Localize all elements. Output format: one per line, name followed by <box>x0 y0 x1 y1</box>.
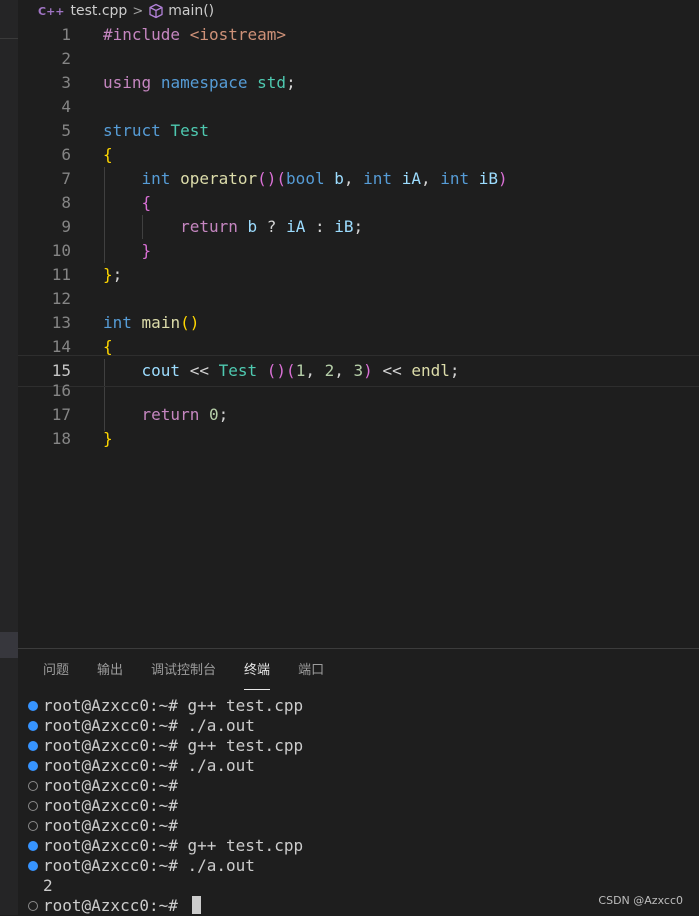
terminal-line: root@Azxcc0:~# ./a.out <box>18 856 699 876</box>
terminal-line: root@Azxcc0:~# ./a.out <box>18 756 699 776</box>
tab-terminal[interactable]: 终端 <box>230 649 284 690</box>
cpp-file-icon: C++ <box>38 4 65 18</box>
code-line: 8 { <box>61 193 152 212</box>
code-line: 7 int operator()(bool b, int iA, int iB) <box>61 169 508 188</box>
command-success-icon[interactable] <box>28 701 38 711</box>
breadcrumb-separator: > <box>132 3 144 19</box>
code-line: 17 return 0; <box>51 405 229 424</box>
code-editor[interactable]: 1 #include <iostream> 2 3 using namespace … <box>18 23 699 648</box>
cube-icon <box>148 3 164 19</box>
code-line: 3 using namespace std; <box>61 73 296 92</box>
command-success-icon[interactable] <box>28 741 38 751</box>
breadcrumb-symbol[interactable]: main() <box>168 3 214 19</box>
tab-debug-console[interactable]: 调试控制台 <box>137 649 230 689</box>
command-empty-icon[interactable] <box>28 901 38 911</box>
command-success-icon[interactable] <box>28 761 38 771</box>
code-line: 10 } <box>51 241 152 260</box>
tab-ports[interactable]: 端口 <box>284 649 338 689</box>
breadcrumb: C++ test.cpp > main() <box>18 0 699 22</box>
watermark: CSDN @Azxcc0 <box>598 894 683 907</box>
tab-problems[interactable]: 问题 <box>18 649 83 689</box>
code-line: 1 #include <iostream> <box>61 25 287 44</box>
bottom-panel: 问题 输出 调试控制台 终端 端口 root@Azxcc0:~# g++ tes… <box>18 648 699 916</box>
code-line: 16 <box>51 381 71 400</box>
command-success-icon[interactable] <box>28 841 38 851</box>
code-line: 9 return b ? iA : iB; <box>61 217 364 236</box>
code-line: 6{ <box>61 145 113 164</box>
command-empty-icon[interactable] <box>28 821 38 831</box>
terminal-prompt: root@Azxcc0:~# <box>18 896 699 916</box>
tab-output[interactable]: 输出 <box>83 649 137 689</box>
terminal-output: 2 <box>43 876 53 895</box>
activity-bar-edge <box>0 0 18 915</box>
code-line: 5 struct Test <box>61 121 209 140</box>
code-line: 11}; <box>51 265 123 284</box>
code-line: 18} <box>51 429 113 448</box>
activity-bar-selection <box>0 632 18 658</box>
terminal[interactable]: root@Azxcc0:~# g++ test.cpp root@Azxcc0:… <box>18 696 699 916</box>
panel-tabs: 问题 输出 调试控制台 终端 端口 <box>18 649 338 690</box>
command-empty-icon[interactable] <box>28 801 38 811</box>
terminal-line: root@Azxcc0:~# ./a.out <box>18 716 699 736</box>
code-line: 2 <box>61 49 71 68</box>
code-line: 4 <box>61 97 71 116</box>
command-success-icon[interactable] <box>28 721 38 731</box>
terminal-line: root@Azxcc0:~# g++ test.cpp <box>18 736 699 756</box>
terminal-line: root@Azxcc0:~# <box>18 776 699 796</box>
code-line: 13 int main() <box>51 313 200 332</box>
terminal-line: root@Azxcc0:~# <box>18 796 699 816</box>
terminal-cursor <box>191 896 201 914</box>
code-line: 12 <box>51 289 71 308</box>
breadcrumb-file[interactable]: test.cpp <box>71 3 128 19</box>
command-empty-icon[interactable] <box>28 781 38 791</box>
divider <box>0 38 18 39</box>
command-success-icon[interactable] <box>28 861 38 871</box>
terminal-line: root@Azxcc0:~# g++ test.cpp <box>18 836 699 856</box>
terminal-line: root@Azxcc0:~# g++ test.cpp <box>18 696 699 716</box>
terminal-line: root@Azxcc0:~# <box>18 816 699 836</box>
